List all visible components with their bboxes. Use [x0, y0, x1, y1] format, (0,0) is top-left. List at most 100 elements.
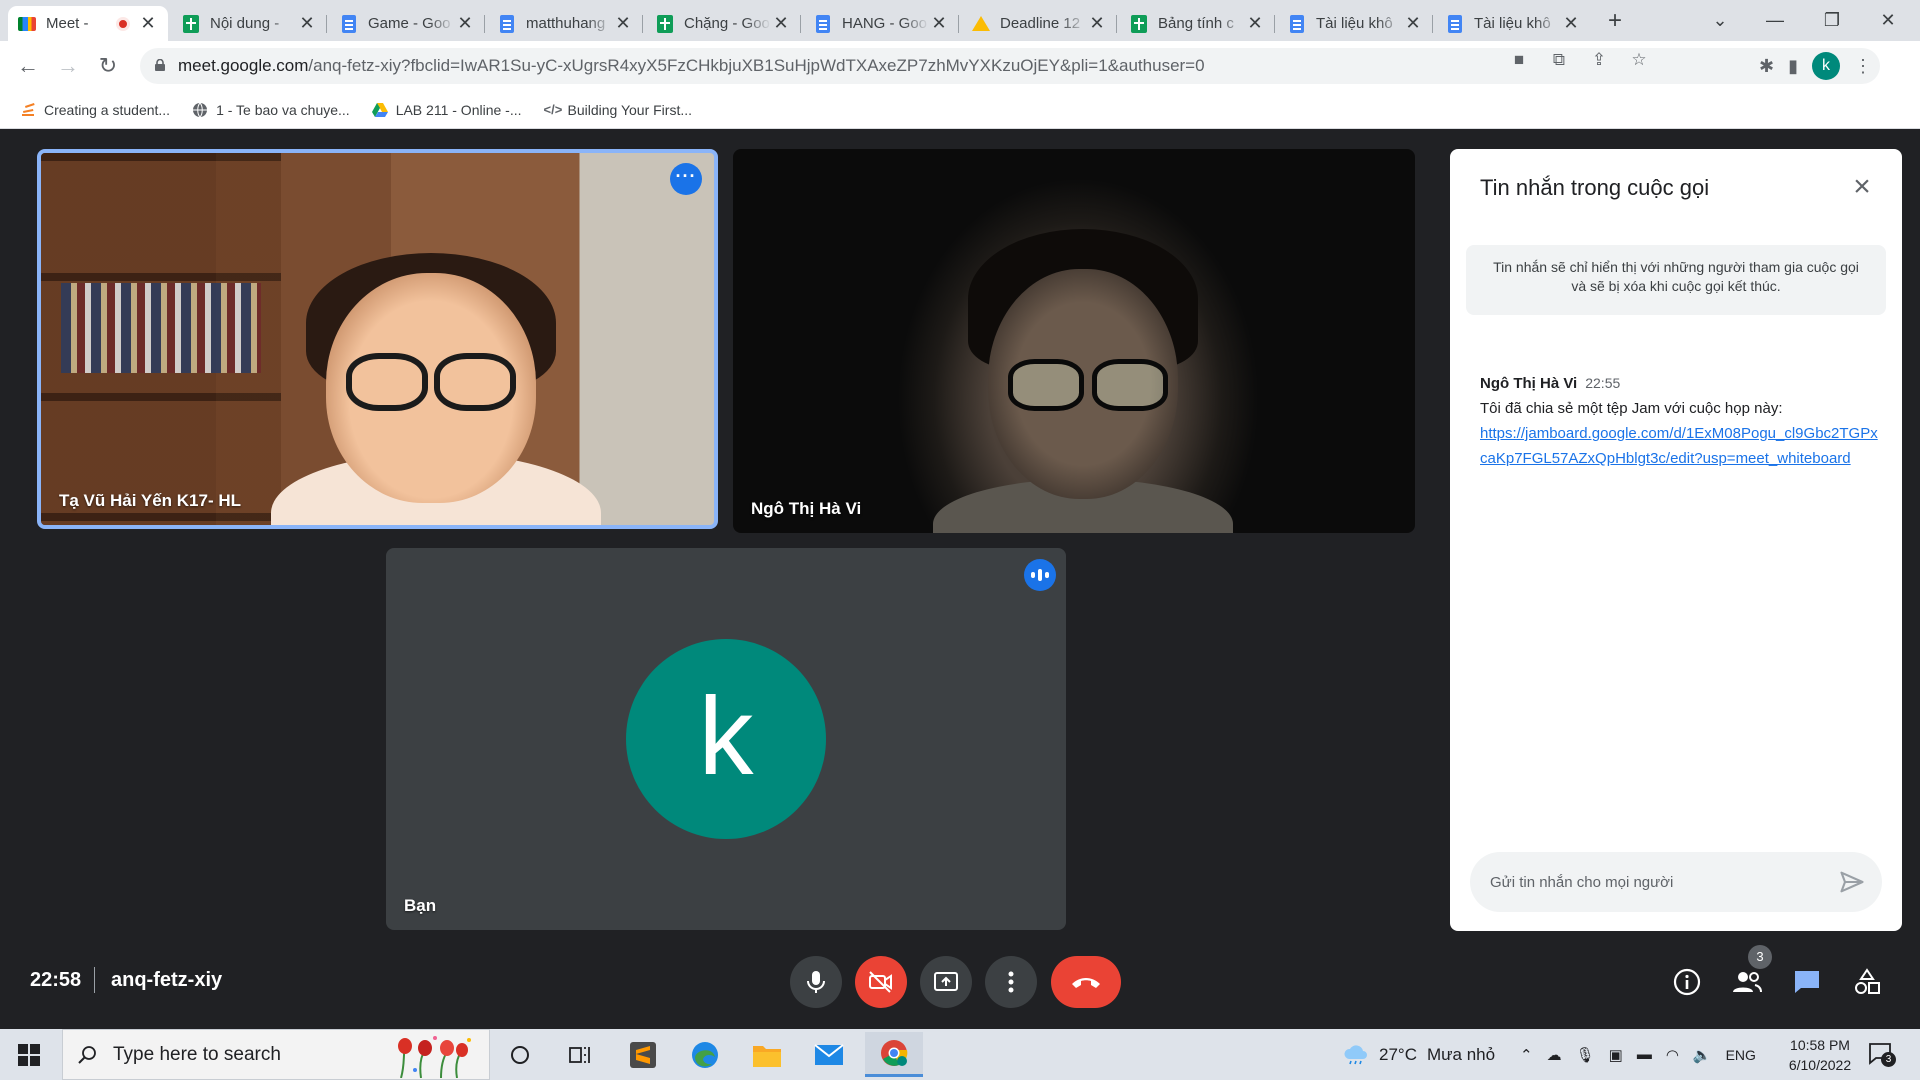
forward-button[interactable]: →: [54, 52, 82, 80]
tab-search-icon[interactable]: ⌄: [1700, 6, 1740, 34]
close-icon[interactable]: ×: [1844, 169, 1880, 205]
jamboard-link[interactable]: https://jamboard.google.com/d/1ExM08Pogu…: [1480, 421, 1880, 471]
edge-icon: [692, 1042, 718, 1068]
taskbar-clock[interactable]: 10:58 PM 6/10/2022: [1775, 1035, 1865, 1075]
search-placeholder: Type here to search: [113, 1043, 281, 1065]
tab-tai-lieu-1[interactable]: Tài liệu khô ✕: [1278, 6, 1433, 41]
docs-icon: [340, 14, 358, 33]
close-icon[interactable]: ✕: [138, 13, 158, 34]
tab-title: Chặng - Goo: [684, 15, 770, 32]
tab-hang[interactable]: HANG - Goo ✕: [804, 6, 959, 41]
weather-widget[interactable]: 27°C Mưa nhỏ: [1343, 1029, 1495, 1080]
chat-input-box[interactable]: [1470, 852, 1882, 912]
bookmark-item[interactable]: LAB 211 - Online -...: [371, 102, 522, 118]
profile-avatar[interactable]: k: [1812, 52, 1840, 80]
tab-title: Deadline 12: [1000, 15, 1081, 32]
tab-matthuhang[interactable]: matthuhang ✕: [488, 6, 643, 41]
new-tab-button[interactable]: +: [1600, 6, 1630, 36]
chat-icon: [1795, 971, 1819, 993]
close-icon[interactable]: ✕: [455, 13, 475, 34]
present-screen-button[interactable]: [920, 956, 972, 1008]
bookmark-item[interactable]: Creating a student...: [20, 102, 170, 118]
more-options-button[interactable]: ···: [670, 163, 702, 195]
share-icon[interactable]: ⇪: [1588, 49, 1610, 71]
activities-button[interactable]: [1843, 958, 1891, 1006]
volume-icon[interactable]: 🔈: [1693, 1046, 1712, 1064]
tab-tai-lieu-2[interactable]: Tài liệu khô ✕: [1436, 6, 1591, 41]
people-icon: [1733, 972, 1762, 993]
camera-blocked-icon[interactable]: ■: [1508, 49, 1530, 71]
microphone-tray-icon[interactable]: 🎙: [1576, 1046, 1595, 1064]
self-tile[interactable]: k Bạn: [386, 548, 1066, 930]
close-icon[interactable]: ✕: [613, 13, 633, 34]
activities-icon: [1855, 968, 1880, 994]
taskbar-search[interactable]: Type here to search: [62, 1029, 490, 1080]
back-button[interactable]: ←: [14, 52, 42, 80]
notification-center-button[interactable]: 3: [1868, 1042, 1896, 1068]
file-explorer-app[interactable]: [747, 1035, 787, 1075]
chrome-app[interactable]: [865, 1032, 923, 1077]
tab-game[interactable]: Game - Goo ✕: [330, 6, 485, 41]
close-icon[interactable]: ✕: [1561, 13, 1581, 34]
close-icon[interactable]: ✕: [929, 13, 949, 34]
meeting-details-button[interactable]: [1663, 958, 1711, 1006]
side-panel-icon[interactable]: ▮: [1788, 56, 1798, 77]
cortana-button[interactable]: [500, 1035, 540, 1075]
camera-button[interactable]: [855, 956, 907, 1008]
close-icon[interactable]: ✕: [771, 13, 791, 34]
bookmark-item[interactable]: 1 - Te bao va chuye...: [192, 102, 350, 118]
meeting-code[interactable]: anq-fetz-xiy: [111, 969, 222, 992]
reload-button[interactable]: ↻: [94, 52, 122, 80]
audio-level-icon: [1024, 559, 1056, 591]
hang-up-icon: [1072, 978, 1100, 988]
chat-panel-title: Tin nhắn trong cuộc gọi: [1480, 175, 1710, 200]
send-icon[interactable]: [1838, 868, 1866, 896]
bookmark-label: Building Your First...: [567, 101, 693, 118]
leave-call-button[interactable]: [1051, 956, 1121, 1008]
wifi-icon[interactable]: ◠: [1666, 1046, 1679, 1064]
meet-tray-icon[interactable]: ▣: [1609, 1046, 1623, 1064]
url-path: /anq-fetz-xiy?fbclid=IwAR1Su-yC-xUgrsR4x…: [308, 56, 1205, 75]
close-icon[interactable]: ✕: [1403, 13, 1423, 34]
menu-icon[interactable]: ⋮: [1854, 56, 1872, 77]
bookmarks-bar: Creating a student... 1 - Te bao va chuy…: [0, 91, 1920, 129]
tab-chang[interactable]: Chặng - Goo ✕: [646, 6, 801, 41]
microphone-icon: [807, 971, 825, 993]
sublime-text-app[interactable]: [623, 1035, 663, 1075]
close-icon[interactable]: ✕: [297, 13, 317, 34]
tab-deadline[interactable]: Deadline 12 ✕: [962, 6, 1117, 41]
close-icon[interactable]: ✕: [1087, 13, 1107, 34]
minimize-button[interactable]: —: [1755, 6, 1795, 34]
docs-icon: [498, 14, 516, 33]
tab-bang-tinh[interactable]: Bảng tính c ✕: [1120, 6, 1275, 41]
tab-title: Nội dung -: [210, 15, 280, 32]
message-sender: Ngô Thị Hà Vi: [1480, 375, 1578, 392]
task-view-button[interactable]: [560, 1035, 600, 1075]
tab-meet[interactable]: Meet - ✕: [8, 6, 168, 41]
translate-icon[interactable]: ⧉: [1548, 49, 1570, 71]
participant-name: Tạ Vũ Hải Yến K17- HL: [59, 491, 242, 510]
bookmark-star-icon[interactable]: ☆: [1628, 49, 1650, 71]
window-close-button[interactable]: ✕: [1868, 6, 1908, 34]
windows-start-icon[interactable]: [18, 1044, 40, 1066]
participant-tile[interactable]: Ngô Thị Hà Vi: [733, 149, 1415, 533]
extensions-icon[interactable]: ✱: [1759, 56, 1774, 77]
chat-button[interactable]: [1783, 958, 1831, 1006]
language-indicator[interactable]: ENG: [1726, 1047, 1756, 1063]
edge-app[interactable]: [685, 1035, 725, 1075]
chat-message-input[interactable]: [1490, 873, 1820, 891]
onedrive-icon[interactable]: ☁: [1547, 1046, 1562, 1064]
docs-icon: [814, 14, 832, 33]
more-options-button[interactable]: [985, 956, 1037, 1008]
mail-app[interactable]: [809, 1035, 849, 1075]
tab-title: Bảng tính c: [1158, 15, 1234, 32]
battery-icon[interactable]: ▬: [1637, 1046, 1652, 1063]
restore-button[interactable]: ❐: [1812, 6, 1852, 34]
chevron-up-icon[interactable]: ⌃: [1520, 1046, 1533, 1064]
tab-title: Tài liệu khô: [1474, 15, 1551, 32]
bookmark-item[interactable]: </> Building Your First...: [544, 102, 693, 118]
close-icon[interactable]: ✕: [1245, 13, 1265, 34]
participant-tile[interactable]: ··· Tạ Vũ Hải Yến K17- HL: [37, 149, 718, 529]
microphone-button[interactable]: [790, 956, 842, 1008]
tab-noi-dung[interactable]: Nội dung - ✕: [172, 6, 327, 41]
